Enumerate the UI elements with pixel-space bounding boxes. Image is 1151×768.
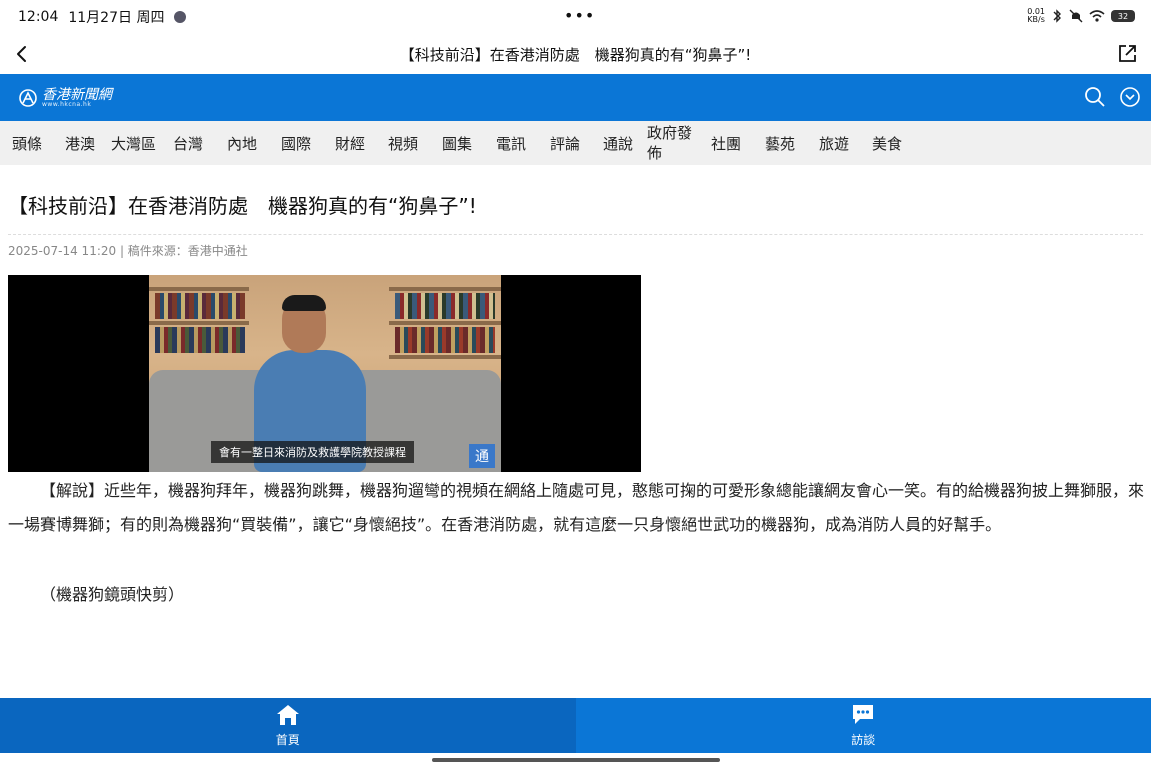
books (395, 327, 495, 353)
home-icon (276, 705, 299, 725)
tab-interview-label: 訪談 (851, 733, 876, 747)
bottom-tab-bar: 首頁 訪談 (0, 698, 1151, 753)
article-paragraph: 【解說】近些年，機器狗拜年，機器狗跳舞，機器狗遛彎的視頻在網絡上隨處可見，憨態可… (8, 481, 1145, 534)
video-subtitle: 會有一整日來消防及救護學院教授課程 (211, 441, 414, 463)
logo-text: 香港新聞網 www.hkcna.hk (42, 88, 112, 108)
tab-hk-macau[interactable]: 港澳 (65, 121, 95, 165)
nav-header: 【科技前沿】在香港消防處 機器狗真的有“狗鼻子”! (0, 34, 1151, 74)
article-title: 【科技前沿】在香港消防處 機器狗真的有“狗鼻子”! (8, 194, 477, 218)
shelf (389, 355, 501, 359)
network-speed: 0.01 KB/s (1027, 7, 1045, 24)
tab-food[interactable]: 美食 (872, 121, 902, 165)
back-icon[interactable] (12, 42, 32, 66)
home-indicator[interactable] (432, 758, 720, 762)
person-hair (282, 295, 326, 311)
tab-headlines[interactable]: 頭條 (12, 121, 42, 165)
tab-mainland[interactable]: 內地 (227, 121, 257, 165)
tab-home-label: 首頁 (275, 733, 300, 747)
books (155, 327, 245, 353)
nav-title: 【科技前沿】在香港消防處 機器狗真的有“狗鼻子”! (399, 45, 752, 64)
title-divider (8, 234, 1143, 235)
tab-travel[interactable]: 旅遊 (819, 121, 849, 165)
tab-greater-bay[interactable]: 大灣區 (111, 121, 156, 165)
video-watermark: 通 (469, 444, 495, 468)
tab-gov-release[interactable]: 政府發佈 (647, 121, 699, 165)
shelf (389, 321, 501, 325)
tab-international[interactable]: 國際 (281, 121, 311, 165)
tab-taiwan[interactable]: 台灣 (173, 121, 203, 165)
article-paragraph: （機器狗鏡頭快剪） (40, 585, 185, 604)
tab-tongshuo[interactable]: 通說 (603, 121, 633, 165)
books (395, 293, 495, 319)
article-video[interactable]: 會有一整日來消防及救護學院教授課程 通 (8, 275, 641, 472)
site-banner: 香港新聞網 www.hkcna.hk (0, 74, 1151, 121)
category-tabs: 頭條 港澳 大灣區 台灣 內地 國際 財經 視頻 圖集 電訊 評論 通說 政府發… (0, 121, 1151, 165)
wifi-icon (1089, 10, 1105, 22)
bluetooth-icon (1053, 9, 1061, 23)
battery-icon: 32 (1111, 10, 1135, 22)
article-body: 【解說】近些年，機器狗拜年，機器狗跳舞，機器狗遛彎的視頻在網絡上隨處可見，憨態可… (8, 474, 1144, 612)
chevron-down-icon[interactable] (1118, 85, 1142, 109)
app-notification-icon (174, 11, 187, 23)
books (155, 293, 245, 319)
tab-commentary[interactable]: 評論 (550, 121, 580, 165)
status-date: 11月27日 周四 (68, 10, 165, 26)
video-thumbnail: 會有一整日來消防及救護學院教授課程 通 (149, 275, 501, 472)
shelf (389, 287, 501, 291)
tab-arts[interactable]: 藝苑 (765, 121, 795, 165)
status-time: 12:04 (18, 9, 59, 25)
tab-video[interactable]: 視頻 (388, 121, 418, 165)
tab-telegraph[interactable]: 電訊 (496, 121, 526, 165)
shelf (149, 287, 249, 291)
mute-icon (1069, 9, 1083, 23)
tab-interview[interactable]: 訪談 (575, 698, 1151, 753)
tab-gallery[interactable]: 圖集 (442, 121, 472, 165)
more-dots-icon[interactable]: ••• (564, 6, 595, 25)
search-icon[interactable] (1083, 85, 1107, 109)
tab-associations[interactable]: 社團 (711, 121, 741, 165)
logo-mark-icon (19, 88, 37, 107)
article-meta: 2025-07-14 11:20 | 稿件來源：香港中通社 (8, 244, 248, 258)
logo-name: 香港新聞網 (42, 86, 112, 103)
tab-finance[interactable]: 財經 (335, 121, 365, 165)
status-right: 0.01 KB/s 32 (1027, 8, 1135, 24)
shelf (149, 321, 249, 325)
tab-home[interactable]: 首頁 (0, 698, 576, 753)
chat-bubble-icon (853, 705, 874, 724)
status-left: 12:04 11月27日 周四 (18, 7, 187, 27)
status-bar: 12:04 11月27日 周四 ••• 0.01 KB/s 32 (0, 0, 1151, 34)
site-logo[interactable]: 香港新聞網 www.hkcna.hk (18, 88, 112, 108)
share-icon[interactable] (1115, 42, 1139, 66)
logo-url: www.hkcna.hk (42, 100, 92, 108)
